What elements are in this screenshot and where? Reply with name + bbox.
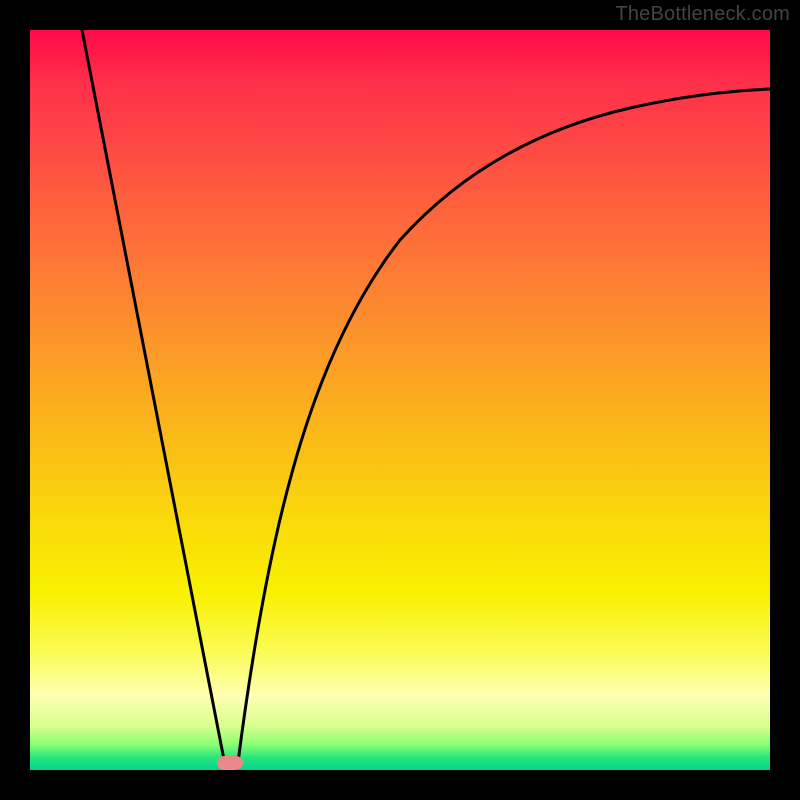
watermark-text: TheBottleneck.com xyxy=(615,3,790,26)
chart-frame: TheBottleneck.com xyxy=(0,0,800,800)
plot-area xyxy=(30,30,770,770)
curve-left xyxy=(82,30,226,770)
curve-right xyxy=(237,89,770,770)
bottleneck-curve xyxy=(30,30,770,770)
optimum-marker xyxy=(217,756,243,770)
